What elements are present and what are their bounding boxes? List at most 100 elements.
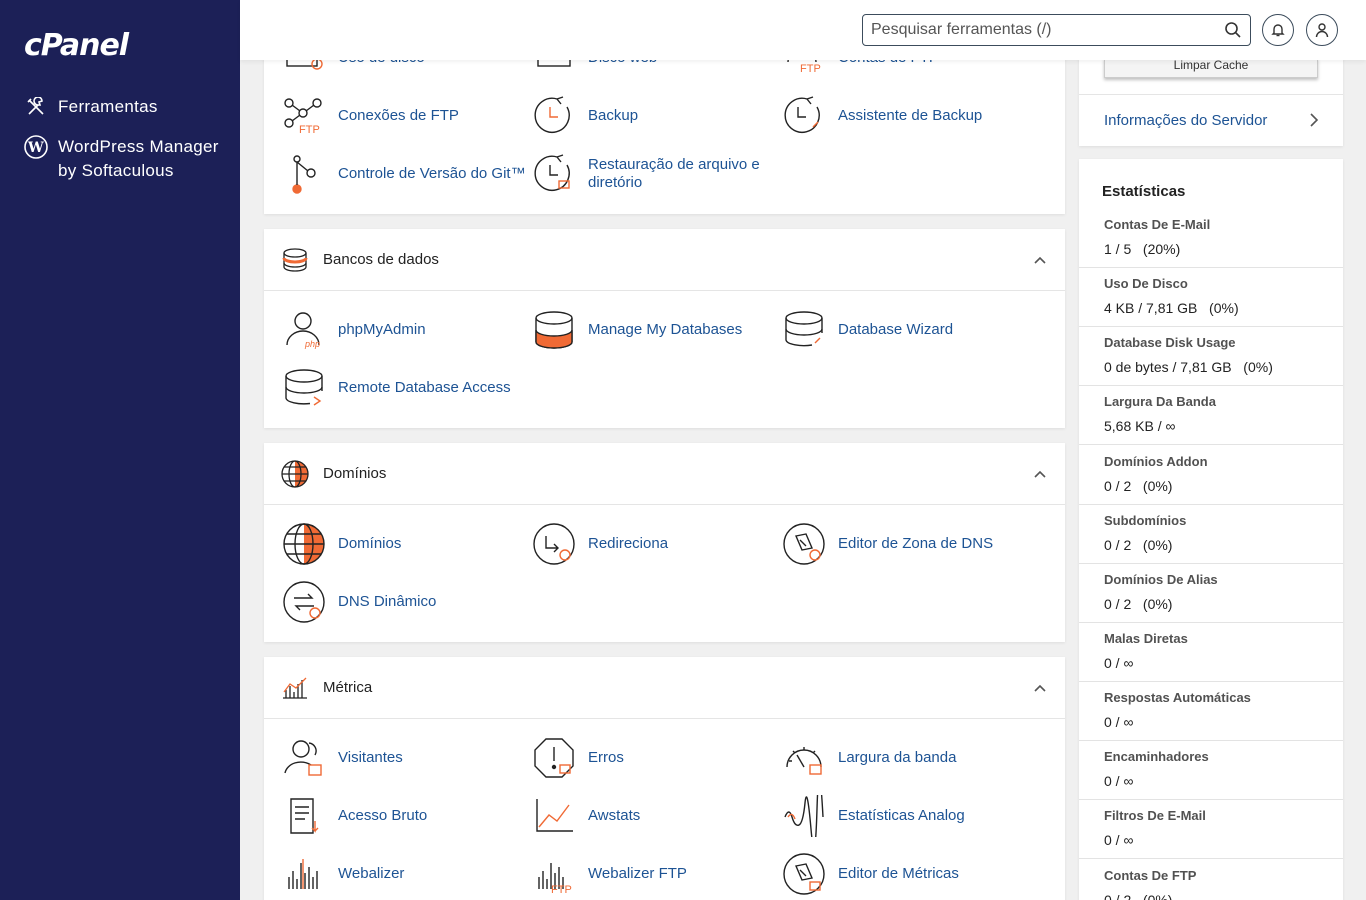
tool-dns-zone-editor[interactable]: Editor de Zona de DNS (782, 522, 993, 566)
stat-value: 0 / ∞ (1104, 832, 1134, 848)
databases-card: Bancos de dados php phpMyAdmin Manage My… (264, 229, 1065, 428)
tool-analog-stats[interactable]: Estatísticas Analog (782, 794, 965, 838)
server-info-link[interactable]: Informações do Servidor (1079, 94, 1343, 146)
tool-phpmyadmin[interactable]: php phpMyAdmin (282, 308, 426, 352)
tool-database-wizard[interactable]: Database Wizard (782, 308, 953, 352)
stat-row: Malas Diretas 0 / ∞ (1079, 623, 1343, 682)
tool-visitors[interactable]: Visitantes (282, 736, 403, 780)
stat-label: Malas Diretas (1104, 631, 1188, 646)
tool-raw-access[interactable]: Acesso Bruto (282, 794, 427, 838)
tool-dynamic-dns[interactable]: DNS Dinâmico (282, 580, 436, 624)
dns-zone-icon (782, 522, 826, 566)
section-title: Métrica (323, 679, 373, 696)
user-icon (1315, 23, 1329, 38)
top-header (240, 0, 1366, 60)
sidebar-item-label: WordPress Manager by Softaculous (58, 137, 219, 180)
svg-text:php: php (304, 339, 320, 349)
sidebar-item-tools[interactable]: Ferramentas (24, 95, 158, 119)
clear-cache-button[interactable]: Limpar Cache (1104, 58, 1318, 78)
stat-label: Domínios De Alias (1104, 572, 1218, 587)
analog-waveform-icon (782, 794, 826, 838)
tool-bandwidth[interactable]: Largura da banda (782, 736, 956, 780)
tool-ftp-connections[interactable]: FTP Conexões de FTP (282, 94, 459, 138)
tool-metrics-editor[interactable]: Editor de Métricas (782, 852, 959, 896)
tool-webalizer-ftp[interactable]: FTP Webalizer FTP (532, 852, 687, 896)
stat-label: Domínios Addon (1104, 454, 1208, 469)
search-icon[interactable] (1224, 21, 1242, 39)
stat-value: 0 / ∞ (1104, 773, 1134, 789)
section-title: Bancos de dados (323, 251, 439, 268)
svg-text:W: W (27, 140, 44, 156)
tool-errors[interactable]: Erros (532, 736, 624, 780)
tool-git-version-control[interactable]: Controle de Versão do Git™ (282, 152, 526, 196)
stat-row: Uso De Disco 4 KB / 7,81 GB (0%) (1079, 268, 1343, 327)
stat-label: Subdomínios (1104, 513, 1187, 528)
domains-globe-icon (282, 522, 326, 566)
tool-domains[interactable]: Domínios (282, 522, 401, 566)
stat-label: Database Disk Usage (1104, 335, 1236, 350)
stat-value: 0 / 2 (0%) (1104, 537, 1173, 553)
remote-database-icon (282, 366, 326, 410)
sidebar: cPanel Ferramentas W WordPress Manager b… (0, 0, 240, 900)
stat-row: Domínios De Alias 0 / 2 (0%) (1079, 564, 1343, 623)
dynamic-dns-icon (282, 580, 326, 624)
sidebar-item-label: Ferramentas (58, 97, 158, 116)
git-icon (282, 152, 326, 196)
stat-value: 1 / 5 (20%) (1104, 241, 1181, 257)
sidebar-item-wordpress[interactable]: W WordPress Manager by Softaculous (24, 135, 224, 183)
database-wizard-icon (782, 308, 826, 352)
svg-text:FTP: FTP (551, 884, 572, 895)
stat-row: Filtros De E-Mail 0 / ∞ (1079, 800, 1343, 859)
chevron-up-icon[interactable] (1033, 467, 1047, 481)
statistics-title: Estatísticas (1102, 183, 1186, 200)
stat-row: Encaminhadores 0 / ∞ (1079, 741, 1343, 800)
domains-header[interactable]: Domínios (264, 443, 1065, 505)
tool-backup[interactable]: Backup (532, 94, 638, 138)
stat-row: Largura Da Banda 5,68 KB / ∞ (1079, 386, 1343, 445)
tool-webalizer[interactable]: Webalizer (282, 852, 404, 896)
backup-wizard-icon (782, 94, 826, 138)
tool-redirects[interactable]: Redireciona (532, 522, 668, 566)
ftp-connections-icon: FTP (282, 94, 326, 138)
section-title: Domínios (323, 465, 387, 482)
server-info-label: Informações do Servidor (1104, 112, 1268, 129)
stat-value: 5,68 KB / ∞ (1104, 418, 1176, 434)
stat-label: Contas De E-Mail (1104, 217, 1211, 232)
stat-value: 0 / 2 (0%) (1104, 596, 1173, 612)
stat-value: 0 / 2 (0%) (1104, 478, 1173, 494)
chevron-right-icon (1310, 113, 1319, 127)
bandwidth-gauge-icon (782, 736, 826, 780)
tool-manage-databases[interactable]: Manage My Databases (532, 308, 742, 352)
errors-icon (532, 736, 576, 780)
tool-backup-wizard[interactable]: Assistente de Backup (782, 94, 982, 138)
stat-value: 4 KB / 7,81 GB (0%) (1104, 300, 1239, 316)
awstats-icon (532, 794, 576, 838)
cache-panel: Limpar Cache Informações do Servidor (1079, 58, 1343, 146)
globe-icon (280, 459, 310, 489)
user-menu-button[interactable] (1306, 14, 1338, 46)
tool-awstats[interactable]: Awstats (532, 794, 640, 838)
databases-header[interactable]: Bancos de dados (264, 229, 1065, 291)
domains-card: Domínios Domínios Redireciona Editor de … (264, 443, 1065, 642)
backup-icon (532, 94, 576, 138)
stat-row: Database Disk Usage 0 de bytes / 7,81 GB … (1079, 327, 1343, 386)
webalizer-ftp-icon: FTP (532, 852, 576, 896)
metrics-header[interactable]: Métrica (264, 657, 1065, 719)
notifications-button[interactable] (1262, 14, 1294, 46)
stat-label: Contas De FTP (1104, 868, 1197, 883)
cpanel-logo[interactable]: cPanel (24, 28, 129, 63)
svg-text:FTP: FTP (299, 124, 320, 136)
chevron-up-icon[interactable] (1033, 681, 1047, 695)
stat-row: Subdomínios 0 / 2 (0%) (1079, 505, 1343, 564)
tool-file-restore[interactable]: Restauração de arquivo e diretório (532, 152, 768, 196)
stat-label: Respostas Automáticas (1104, 690, 1251, 705)
chevron-up-icon[interactable] (1033, 253, 1047, 267)
search-box (862, 14, 1251, 46)
manage-databases-icon (532, 308, 576, 352)
metrics-card: Métrica Visitantes Erros Largura da band… (264, 657, 1065, 900)
tool-remote-database[interactable]: Remote Database Access (282, 366, 511, 410)
redirect-icon (532, 522, 576, 566)
search-input[interactable] (871, 21, 1224, 39)
file-restore-icon (532, 152, 576, 196)
database-icon (280, 245, 310, 275)
